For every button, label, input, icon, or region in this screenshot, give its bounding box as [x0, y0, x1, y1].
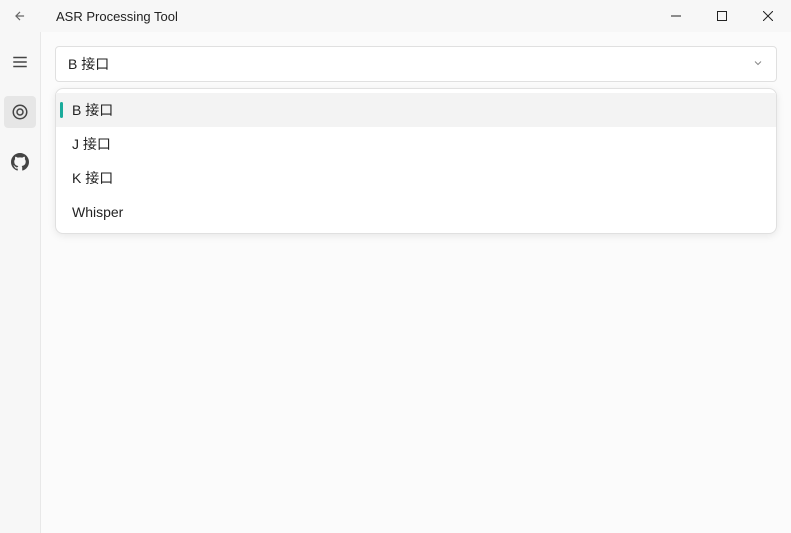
target-icon	[11, 103, 29, 121]
dropdown-option-b[interactable]: B 接口	[56, 93, 776, 127]
dropdown-option-label: Whisper	[72, 204, 123, 220]
dropdown-option-j[interactable]: J 接口	[56, 127, 776, 161]
minimize-icon	[671, 11, 681, 21]
content-area: B 接口 B 接口 J 接口 K 接口 Whisper	[40, 32, 791, 533]
window-controls	[653, 0, 791, 32]
dropdown-option-label: J 接口	[72, 134, 111, 154]
back-button[interactable]	[0, 0, 40, 32]
asr-engine-dropdown[interactable]: B 接口	[55, 46, 777, 82]
dropdown-option-whisper[interactable]: Whisper	[56, 195, 776, 229]
minimize-button[interactable]	[653, 0, 699, 32]
close-icon	[763, 11, 773, 21]
sidebar	[0, 32, 40, 533]
dropdown-menu: B 接口 J 接口 K 接口 Whisper	[55, 88, 777, 234]
chevron-down-icon	[752, 56, 764, 72]
dropdown-option-k[interactable]: K 接口	[56, 161, 776, 195]
dropdown-selected-value: B 接口	[68, 54, 752, 74]
titlebar: ASR Processing Tool	[0, 0, 791, 32]
arrow-left-icon	[13, 9, 27, 23]
dropdown-option-label: B 接口	[72, 100, 113, 120]
sidebar-engine-button[interactable]	[4, 96, 36, 128]
window-title: ASR Processing Tool	[56, 9, 178, 24]
sidebar-menu-button[interactable]	[4, 46, 36, 78]
maximize-button[interactable]	[699, 0, 745, 32]
menu-icon	[11, 53, 29, 71]
github-icon	[11, 153, 29, 171]
maximize-icon	[717, 11, 727, 21]
sidebar-github-button[interactable]	[4, 146, 36, 178]
dropdown-option-label: K 接口	[72, 168, 113, 188]
close-button[interactable]	[745, 0, 791, 32]
